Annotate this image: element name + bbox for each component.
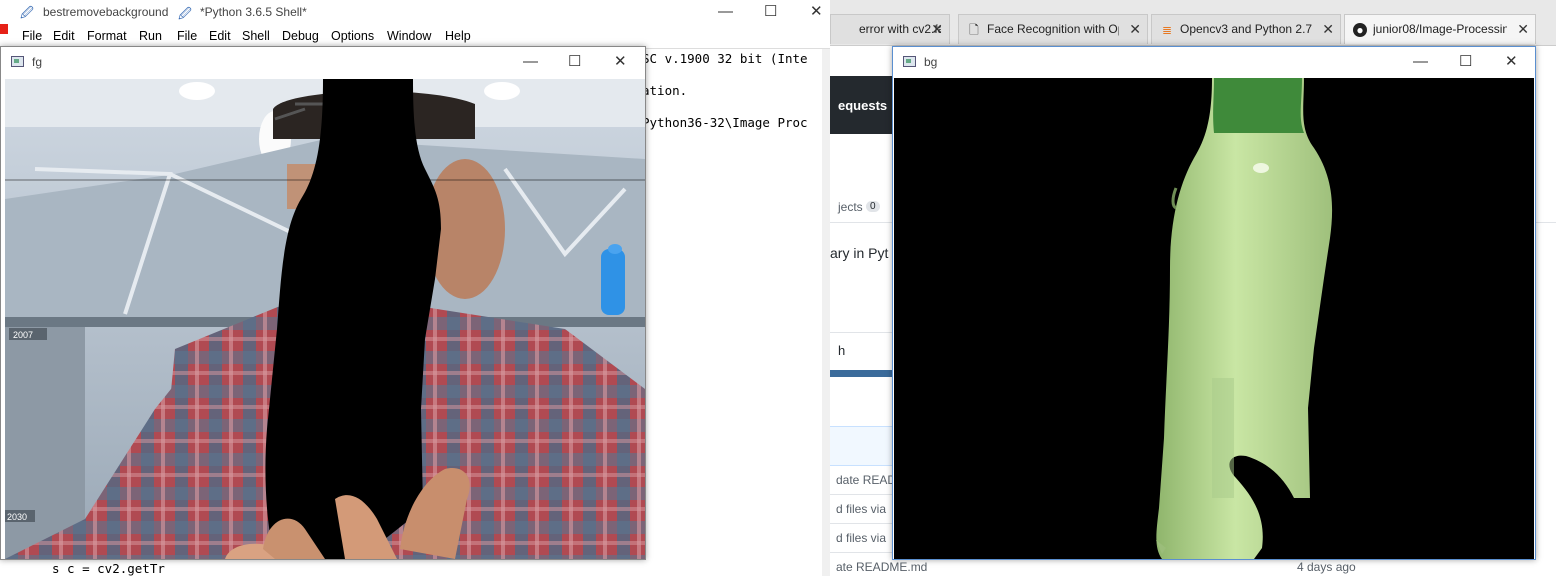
maximize-icon[interactable]: ☐	[1459, 54, 1472, 70]
divider	[830, 523, 892, 524]
menu-edit[interactable]: Edit	[53, 29, 75, 43]
shell-menu-bar: File Edit Shell Debug Options Window Hel…	[170, 26, 830, 48]
fg-image: 2007 2030	[5, 79, 645, 559]
divider	[830, 332, 892, 333]
bg-image-svg	[894, 78, 1534, 559]
python-icon: 🖉	[178, 6, 192, 21]
fg-title-bar: fg — ☐ ✕	[1, 47, 645, 77]
commit-message[interactable]: d files via	[836, 502, 886, 516]
repo-description: ary in Pyt	[830, 245, 889, 261]
menu-edit[interactable]: Edit	[209, 29, 231, 43]
shell-output-line: Python36-32\Image Proc	[642, 115, 808, 130]
minimize-icon[interactable]: —	[1413, 54, 1428, 70]
fg-label: 2030	[7, 512, 27, 522]
tab-projects[interactable]: jects	[838, 200, 863, 214]
menu-file[interactable]: File	[22, 29, 42, 43]
image-window-icon	[11, 56, 24, 67]
minimize-icon[interactable]: —	[523, 54, 538, 70]
shell-output-line: SC v.1900 32 bit (Inte	[642, 51, 808, 66]
browser-tab-face-recognition[interactable]: 🗋 Face Recognition with Op ✕	[958, 14, 1148, 44]
bg-window: bg — ☐ ✕	[892, 46, 1536, 560]
close-icon[interactable]: ✕	[1505, 54, 1518, 70]
close-icon[interactable]: ✕	[614, 54, 627, 70]
python-icon: 🖉	[20, 5, 34, 20]
tab-pull-requests[interactable]: equests	[838, 98, 887, 113]
editor-code-line: s c = cv2.getTr	[52, 561, 165, 576]
bg-title-bar: bg — ☐ ✕	[893, 47, 1535, 77]
browser-tab-opencv3[interactable]: ≣ Opencv3 and Python 2.7 ✕	[1151, 14, 1341, 44]
stackoverflow-icon: ≣	[1161, 23, 1173, 37]
shell-title-bar: 🖉 *Python 3.6.5 Shell* — ☐ ✕	[170, 0, 830, 26]
github-icon: ●	[1353, 23, 1367, 37]
close-icon[interactable]: ✕	[1322, 21, 1334, 38]
shell-title: *Python 3.6.5 Shell*	[200, 5, 307, 19]
tab-label: junior08/Image-Processin	[1373, 22, 1507, 36]
menu-format[interactable]: Format	[87, 29, 127, 43]
fg-window: fg — ☐ ✕ 2007 2030	[0, 46, 646, 560]
commit-time: 4 days ago	[1297, 560, 1356, 574]
fg-title: fg	[32, 55, 43, 69]
browser-tab-cv2-error[interactable]: error with cv2.fa ✕	[830, 14, 950, 44]
doc-icon: 🗋	[969, 23, 979, 37]
browser-tab-github[interactable]: ● junior08/Image-Processin ✕	[1344, 14, 1536, 44]
tab-label: error with cv2.fa	[859, 22, 941, 36]
close-icon[interactable]: ✕	[1129, 21, 1141, 38]
tab-label: Opencv3 and Python 2.7	[1180, 22, 1312, 36]
editor-title: bestremovebackground	[43, 5, 169, 19]
commit-message[interactable]: ate README.md	[836, 560, 927, 574]
menu-window[interactable]: Window	[387, 29, 431, 43]
projects-count-badge: 0	[866, 201, 880, 212]
commit-header	[830, 426, 892, 466]
maximize-icon[interactable]: ☐	[764, 4, 777, 20]
menu-run[interactable]: Run	[139, 29, 162, 43]
minimize-icon[interactable]: —	[718, 4, 733, 20]
fg-label: 2007	[13, 330, 33, 340]
bg-image	[894, 78, 1534, 559]
close-icon[interactable]: ✕	[931, 21, 943, 38]
menu-file[interactable]: File	[177, 29, 197, 43]
menu-options[interactable]: Options	[331, 29, 374, 43]
shell-scrollbar[interactable]	[822, 49, 830, 576]
close-icon[interactable]: ✕	[1517, 21, 1529, 38]
menu-debug[interactable]: Debug	[282, 29, 319, 43]
menu-shell[interactable]: Shell	[242, 29, 270, 43]
divider	[830, 494, 892, 495]
fg-image-svg: 2007 2030	[5, 79, 645, 559]
shell-output-line: ation.	[642, 83, 688, 98]
image-window-icon	[903, 56, 916, 67]
maximize-icon[interactable]: ☐	[568, 54, 581, 70]
commit-message[interactable]: date READ	[836, 473, 896, 487]
tab-label: Face Recognition with Op	[987, 22, 1119, 36]
commit-message[interactable]: d files via	[836, 531, 886, 545]
youtube-icon	[0, 24, 8, 34]
branch-label[interactable]: h	[838, 343, 845, 358]
browser-tab-strip: error with cv2.fa ✕ 🗋 Face Recognition w…	[830, 0, 1556, 46]
bg-title: bg	[924, 55, 938, 69]
language-bar	[830, 370, 892, 377]
close-icon[interactable]: ✕	[810, 4, 823, 20]
menu-help[interactable]: Help	[445, 29, 471, 43]
